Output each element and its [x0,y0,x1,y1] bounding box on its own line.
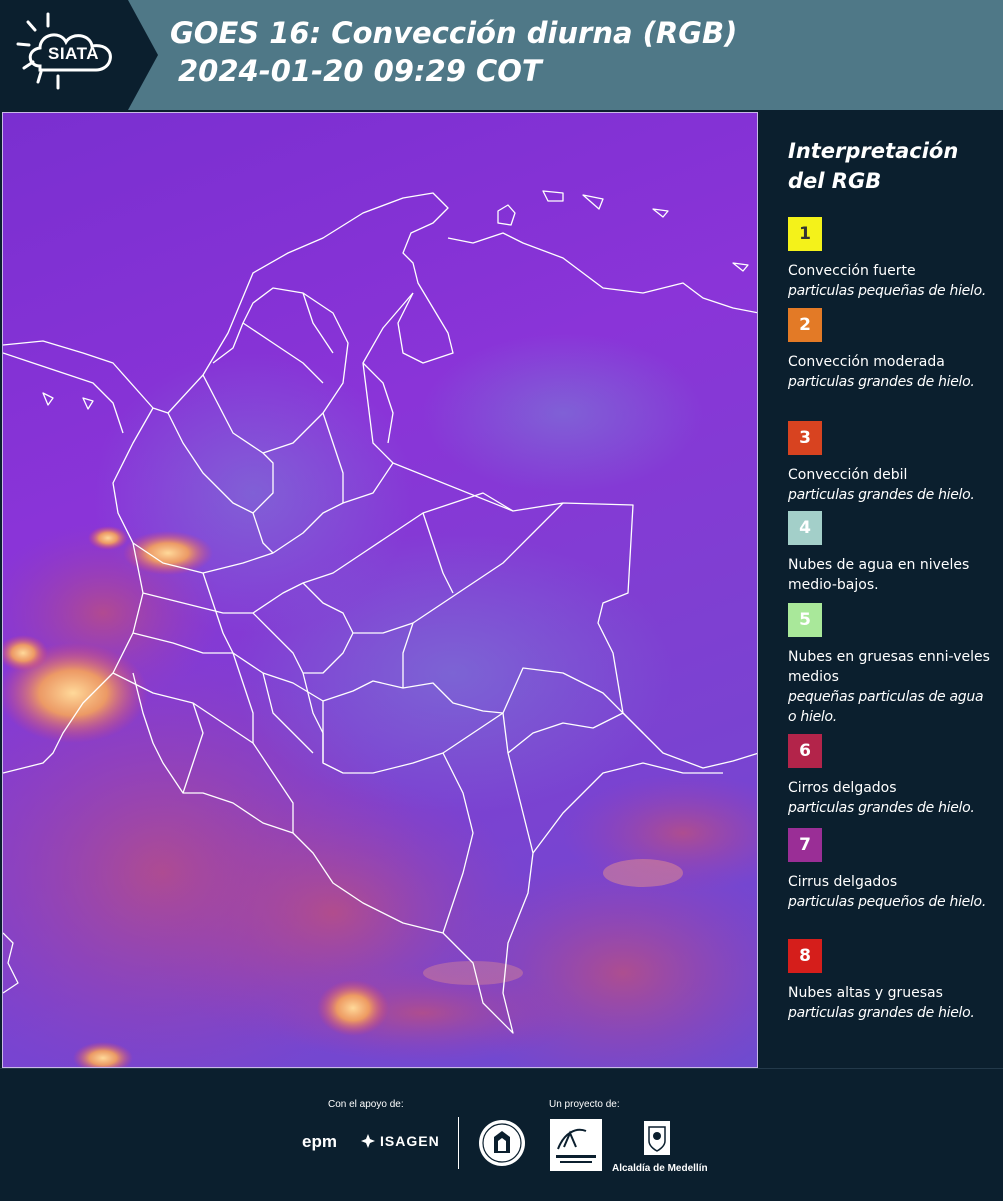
isagen-text: ISAGEN [380,1133,440,1149]
epm-logo: epm [302,1132,337,1151]
legend-item-8: 8 Nubes altas y gruesas particulas grand… [788,939,993,1023]
legend-item-6: 6 Cirros delgados particulas grandes de … [788,734,993,818]
legend-swatch-8: 8 [788,939,822,973]
siata-logo: SIATA [0,0,160,110]
logo-text: SIATA [48,44,99,63]
legend-sub-5: pequeñas particulas de agua o hielo. [788,689,984,725]
legend-item-2: 2 Convección moderada particulas grandes… [788,308,993,392]
legend-sub-1: particulas pequeñas de hielo. [788,283,986,299]
alcaldia-medellin-logo: Alcaldía de Medellín [612,1119,708,1174]
seal-icon [479,1120,525,1166]
satellite-map[interactable] [2,112,758,1068]
legend-swatch-6: 6 [788,734,822,768]
legend-item-4: 4 Nubes de agua en niveles medio-bajos. [788,511,993,595]
legend-swatch-4: 4 [788,511,822,545]
legend-item-1: 1 Convección fuerte particulas pequeñas … [788,217,993,301]
legend-label-1: Convección fuerte [788,263,916,279]
legend-label-2: Convección moderada [788,354,945,370]
legend-swatch-1: 1 [788,217,822,251]
legend-swatch-7: 7 [788,828,822,862]
area-metropolitana-logo [550,1119,602,1175]
header-bar: SIATA GOES 16: Convección diurna (RGB) 2… [0,0,1003,110]
support-label: Con el apoyo de: [328,1099,404,1110]
footer-bar: Con el apoyo de: Un proyecto de: epm ISA… [0,1068,1003,1201]
legend-swatch-5: 5 [788,603,822,637]
page-subtitle-datetime: 2024-01-20 09:29 COT [178,54,542,88]
legend-panel: Interpretación del RGB 1 Convección fuer… [760,112,1003,1068]
legend-sub-3: particulas grandes de hielo. [788,487,975,503]
legend-item-7: 7 Cirrus delgados particulas pequeños de… [788,828,993,912]
medellin-shield-icon [644,1121,670,1155]
legend-title: Interpretación del RGB [788,139,959,193]
legend-swatch-2: 2 [788,308,822,342]
alcaldia-medellin-text: Alcaldía de Medellín [612,1163,708,1174]
legend-label-7: Cirrus delgados [788,874,898,890]
legend-item-3: 3 Convección debil particulas grandes de… [788,421,993,505]
satellite-map-layer [3,190,757,1067]
legend-sub-7: particulas pequeños de hielo. [788,894,986,910]
footer-divider [458,1117,459,1169]
legend-sub-2: particulas grandes de hielo. [788,374,975,390]
project-label: Un proyecto de: [549,1099,620,1110]
legend-label-8: Nubes altas y gruesas [788,985,943,1001]
legend-label-3: Convección debil [788,467,908,483]
page-title: GOES 16: Convección diurna (RGB) [170,16,738,50]
legend-label-4: Nubes de agua en niveles medio-bajos. [788,557,970,593]
isagen-mark-icon [361,1134,375,1148]
legend-swatch-3: 3 [788,421,822,455]
isagen-logo: ISAGEN [360,1133,440,1149]
legend-sub-8: particulas grandes de hielo. [788,1005,975,1021]
legend-item-5: 5 Nubes en gruesas enni-veles medios peq… [788,603,993,727]
legend-sub-6: particulas grandes de hielo. [788,800,975,816]
legend-label-6: Cirros delgados [788,780,897,796]
area-metropolitana-mark-icon [550,1119,602,1171]
medellin-seal-logo [477,1117,527,1173]
legend-label-5: Nubes en gruesas enni-veles medios [788,649,990,685]
